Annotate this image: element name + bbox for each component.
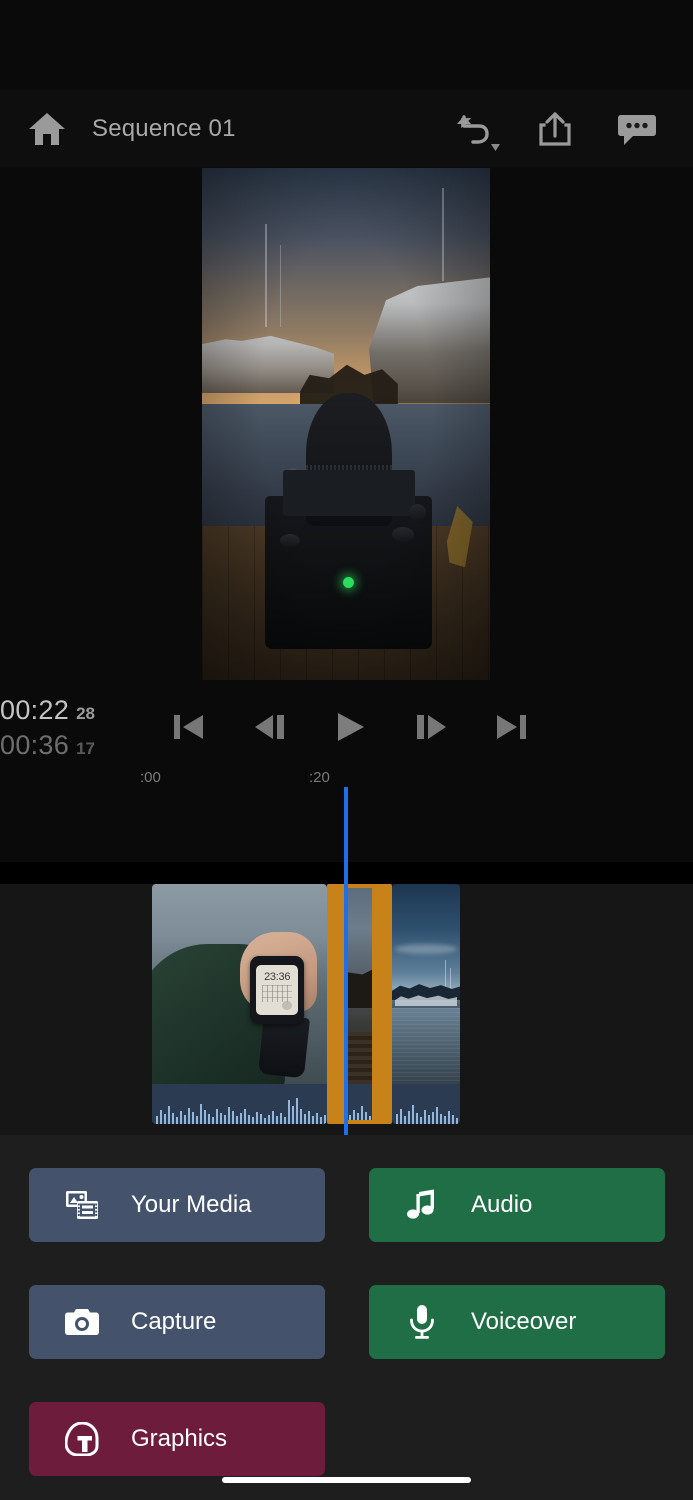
- preview-camera-dial: [392, 526, 415, 542]
- timeline-clip-3[interactable]: [392, 884, 460, 1124]
- undo-arrow-icon: [457, 114, 489, 144]
- clip-3-image: [392, 884, 460, 1084]
- clip-1-audio-waveform: [152, 1084, 327, 1124]
- camera-icon: [61, 1308, 103, 1336]
- skip-to-end-button[interactable]: [482, 698, 540, 756]
- current-timecode: 00:22 28: [0, 697, 95, 724]
- play-icon: [338, 713, 364, 741]
- home-icon: [29, 112, 65, 145]
- transport-controls: [160, 698, 540, 756]
- microphone-icon: [401, 1305, 443, 1339]
- clip-1-watch-time: 23:36: [264, 970, 291, 983]
- capture-label: Capture: [131, 1308, 217, 1335]
- program-monitor[interactable]: [0, 167, 693, 862]
- clip-3-cloud: [394, 944, 458, 954]
- clip-3-audio-waveform: [392, 1084, 460, 1124]
- step-backward-icon: [254, 715, 284, 739]
- current-timecode-frames: 28: [76, 704, 95, 723]
- preview-mast-left-2: [279, 244, 281, 327]
- graphics-button[interactable]: Graphics: [29, 1402, 325, 1476]
- preview-mast-right: [441, 188, 444, 281]
- skip-to-start-button[interactable]: [160, 698, 218, 756]
- your-media-button[interactable]: Your Media: [29, 1168, 325, 1242]
- clip-1-image: 23:36: [152, 884, 327, 1084]
- preview-mast-left-1: [265, 224, 268, 327]
- current-timecode-value: 00:22: [0, 695, 70, 725]
- audio-button[interactable]: Audio: [369, 1168, 665, 1242]
- clip-1-watch-complication: [261, 984, 293, 1003]
- clip-3-thumbnail: [392, 884, 460, 1084]
- chevron-down-icon: [491, 143, 500, 151]
- preview-camera-led: [343, 576, 355, 588]
- skip-backward-icon: [174, 715, 203, 739]
- clip-3-water: [392, 1008, 460, 1084]
- photo-film-icon: [61, 1189, 103, 1221]
- home-button[interactable]: [16, 98, 78, 160]
- duration-timecode: 00:36 17: [0, 732, 95, 759]
- step-forward-icon: [416, 715, 446, 739]
- media-add-panel: Your Media Audio Capture Voiceover Graph…: [0, 1135, 693, 1500]
- app-root: Sequence 01 00:22 28 00:36 17:00:20 23…: [0, 0, 693, 1500]
- comment-bubble-ellipsis-icon: [618, 114, 656, 145]
- clip-1-watch-dial: [282, 1000, 292, 1011]
- capture-button[interactable]: Capture: [29, 1285, 325, 1359]
- status-bar: [0, 0, 693, 90]
- clip-1-watch: 23:36: [250, 956, 305, 1024]
- home-indicator[interactable]: [222, 1477, 471, 1483]
- audio-label: Audio: [471, 1191, 533, 1218]
- preview-camera-hotshoe: [282, 470, 416, 517]
- undo-button[interactable]: [447, 103, 500, 155]
- ruler-tick-1: :20: [309, 769, 330, 786]
- share-export-icon: [539, 111, 571, 146]
- music-note-icon: [401, 1189, 443, 1221]
- skip-forward-icon: [497, 715, 526, 739]
- top-header-bar: Sequence 01: [0, 90, 693, 167]
- duration-timecode-frames: 17: [76, 739, 95, 758]
- step-back-frame-button[interactable]: [241, 698, 299, 756]
- share-button[interactable]: [529, 103, 581, 155]
- timeline-clip-1[interactable]: 23:36: [152, 884, 327, 1124]
- clip-1-thumbnail: 23:36: [152, 884, 327, 1084]
- ruler-tick-0: :00: [140, 769, 161, 786]
- playhead[interactable]: [344, 787, 348, 1135]
- pen-nib-text-icon: [61, 1422, 103, 1456]
- preview-camera-dial: [279, 533, 300, 547]
- step-forward-frame-button[interactable]: [402, 698, 460, 756]
- video-preview-frame: [202, 168, 490, 680]
- clip-1-watch-face: 23:36: [255, 964, 299, 1016]
- play-button[interactable]: [321, 698, 379, 756]
- header-actions: [447, 103, 663, 155]
- graphics-label: Graphics: [131, 1425, 228, 1452]
- comments-button[interactable]: [611, 103, 663, 155]
- clip-2-trim-handle-right[interactable]: [372, 884, 392, 1124]
- sequence-title: Sequence 01: [92, 114, 236, 142]
- your-media-label: Your Media: [131, 1191, 252, 1218]
- duration-timecode-value: 00:36: [0, 730, 70, 760]
- voiceover-label: Voiceover: [471, 1308, 577, 1335]
- timecode-display: 00:22 28 00:36 17: [0, 697, 95, 759]
- action-button-grid: Your Media Audio Capture Voiceover Graph…: [29, 1168, 665, 1476]
- voiceover-button[interactable]: Voiceover: [369, 1285, 665, 1359]
